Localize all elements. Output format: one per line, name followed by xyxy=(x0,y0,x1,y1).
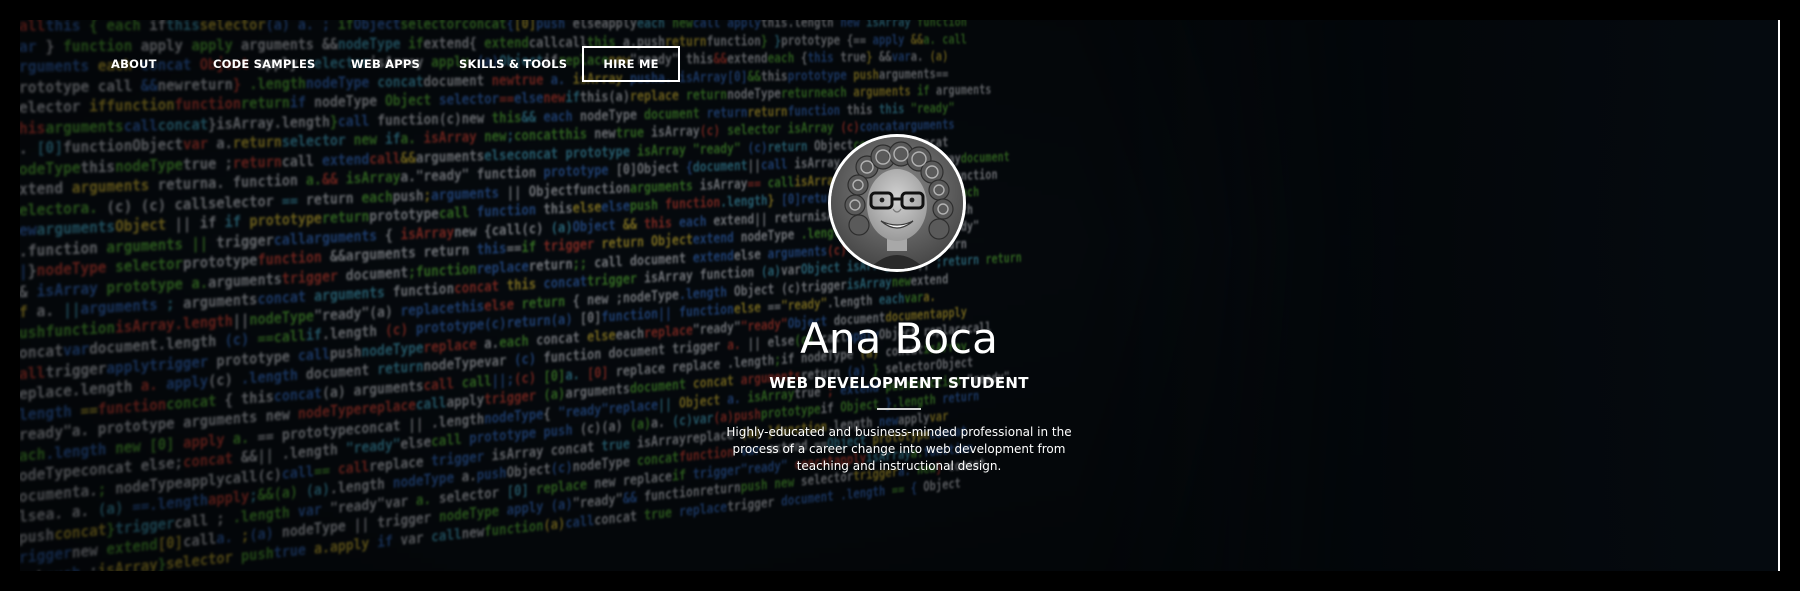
hero-section: callthis { each ifthisselector(a) a. ; i… xyxy=(20,20,1778,571)
avatar xyxy=(828,134,966,272)
nav-link-web-apps[interactable]: WEB APPS xyxy=(351,46,420,82)
page-edge-divider xyxy=(1778,20,1780,571)
profile-description: Highly-educated and business-minded prof… xyxy=(726,425,1072,473)
profile-photo-icon xyxy=(831,137,963,269)
profile-name: Ana Boca xyxy=(800,314,998,363)
title-divider xyxy=(877,408,921,410)
nav-link-code-samples[interactable]: CODE SAMPLES xyxy=(213,46,316,82)
nav-link-skills-tools[interactable]: SKILLS & TOOLS xyxy=(459,46,567,82)
hire-me-button[interactable]: HIRE ME xyxy=(582,46,680,82)
profile-title: WEB DEVELOPMENT STUDENT xyxy=(769,374,1029,392)
hero-overlay xyxy=(20,20,1778,571)
nav-link-about[interactable]: ABOUT xyxy=(111,46,157,82)
